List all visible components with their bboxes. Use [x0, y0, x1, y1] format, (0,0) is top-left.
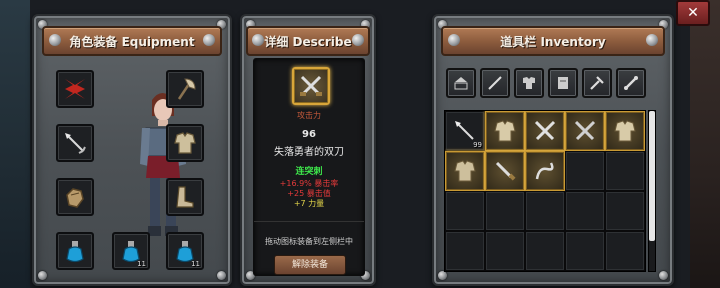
inventory-title-text: 道具栏 Inventory — [500, 34, 606, 49]
inventory-slot[interactable] — [525, 151, 565, 191]
attr-label: 攻击力 — [297, 111, 321, 120]
inventory-slot[interactable] — [445, 151, 485, 191]
chest-armor-icon — [614, 120, 636, 142]
inventory-slot[interactable] — [485, 231, 525, 271]
inventory-title: 道具栏 Inventory — [441, 26, 665, 56]
equip-hint: 拖动图标装备到左侧栏中 — [265, 237, 353, 246]
chest-armor-icon — [454, 160, 476, 182]
stat-crit-rate: +16.9% 暴击率 — [279, 179, 339, 188]
chest-armor-icon — [494, 120, 516, 142]
filter-tools-button[interactable] — [582, 68, 612, 98]
inventory-slot[interactable] — [525, 231, 565, 271]
chest-armor-icon — [174, 132, 196, 154]
inventory-slot[interactable] — [445, 231, 485, 271]
character-portrait — [140, 93, 186, 236]
red-rune-icon — [65, 79, 85, 99]
equipment-panel: 角色装备 Equipment 11 11 — [32, 14, 232, 286]
inventory-scrollbar[interactable] — [648, 110, 656, 272]
stat-crit-value: +25 暴击值 — [287, 189, 331, 198]
background-left — [0, 0, 30, 288]
gauntlet-icon — [66, 188, 84, 208]
filter-weapon-button[interactable] — [480, 68, 510, 98]
inventory-slot[interactable] — [485, 191, 525, 231]
rivet — [438, 271, 447, 280]
inventory-slot[interactable] — [525, 191, 565, 231]
equip-slot-gloves[interactable] — [56, 178, 94, 216]
item-description: 攻击力 96 失落勇者的双刀 连突刺 +16.9% 暴击率 +25 暴击值 +7… — [253, 58, 365, 276]
item-name: 失落勇者的双刀 — [274, 147, 344, 158]
equip-slot-potion-3[interactable]: 11 — [166, 232, 204, 270]
inventory-slot[interactable] — [485, 111, 525, 151]
potion-count: 11 — [191, 260, 200, 268]
rivet — [38, 271, 47, 280]
inventory-grid: 99 — [444, 110, 646, 272]
inventory-slot[interactable] — [605, 191, 645, 231]
scrollbar-thumb[interactable] — [649, 111, 655, 241]
inventory-slot[interactable] — [565, 111, 605, 151]
inventory-slot[interactable] — [565, 191, 605, 231]
equipment-title: 角色装备 Equipment — [42, 26, 222, 56]
filter-misc-button[interactable] — [616, 68, 646, 98]
skill-name: 连突刺 — [295, 167, 323, 177]
filter-all-button[interactable] — [446, 68, 476, 98]
describe-title: 详细 Describe — [246, 26, 370, 56]
potion-icon — [66, 241, 84, 263]
rivet — [659, 271, 668, 280]
selected-item-slot — [292, 67, 330, 105]
banner-cap — [252, 34, 264, 46]
dual-swords-icon — [534, 120, 556, 141]
inventory-slot[interactable] — [565, 151, 605, 191]
boots-icon — [176, 186, 194, 208]
equip-slot-potion-2[interactable]: 11 — [112, 232, 150, 270]
sword-filter-icon — [488, 76, 502, 90]
banner-cap — [448, 34, 460, 46]
arrow-icon — [65, 133, 86, 154]
dual-swords-icon — [574, 120, 596, 141]
whip-icon — [535, 162, 554, 180]
inventory-slot[interactable] — [605, 111, 645, 151]
describe-title-text: 详细 Describe — [264, 34, 352, 49]
equip-slot-ammo[interactable] — [56, 124, 94, 162]
potion-count: 11 — [137, 260, 146, 268]
banner-cap — [203, 34, 215, 46]
filter-armor-button[interactable] — [514, 68, 544, 98]
inventory-slot[interactable] — [525, 111, 565, 151]
close-button[interactable]: ✕ — [676, 0, 710, 26]
axe-icon — [177, 78, 196, 100]
background-right — [690, 0, 720, 288]
equip-slot-armor[interactable] — [166, 124, 204, 162]
describe-panel: 详细 Describe 攻击力 96 失落勇者的双刀 连突刺 +16.9% 暴击… — [240, 14, 376, 286]
tools-filter-icon — [590, 76, 604, 90]
attr-value: 96 — [302, 129, 316, 140]
inventory-slot[interactable] — [605, 151, 645, 191]
unequip-button[interactable]: 解除装备 — [274, 255, 346, 275]
divider — [254, 221, 364, 222]
inventory-slot[interactable] — [565, 231, 605, 271]
scroll-filter-icon — [558, 77, 568, 89]
equipment-title-text: 角色装备 Equipment — [69, 34, 195, 49]
inventory-panel: 道具栏 Inventory 99 — [432, 14, 674, 286]
dagger-icon — [495, 161, 516, 181]
all-icon — [454, 77, 468, 90]
banner-cap — [352, 34, 364, 46]
stat-strength: +7 力量 — [293, 199, 325, 208]
armor-filter-icon — [523, 77, 535, 89]
rivet — [217, 271, 226, 280]
equip-slot-boots[interactable] — [166, 178, 204, 216]
equip-slot-potion-1[interactable] — [56, 232, 94, 270]
banner-cap — [49, 34, 61, 46]
equip-slot-weapon[interactable] — [166, 70, 204, 108]
banner-cap — [646, 34, 658, 46]
inventory-slot[interactable]: 99 — [445, 111, 485, 151]
equip-slot-rune[interactable] — [56, 70, 94, 108]
bone-filter-icon — [624, 76, 638, 90]
inventory-slot[interactable] — [485, 151, 525, 191]
item-count: 99 — [473, 141, 482, 149]
inventory-slot[interactable] — [445, 191, 485, 231]
filter-scroll-button[interactable] — [548, 68, 578, 98]
inventory-slot[interactable] — [605, 231, 645, 271]
dual-swords-icon — [300, 75, 322, 96]
